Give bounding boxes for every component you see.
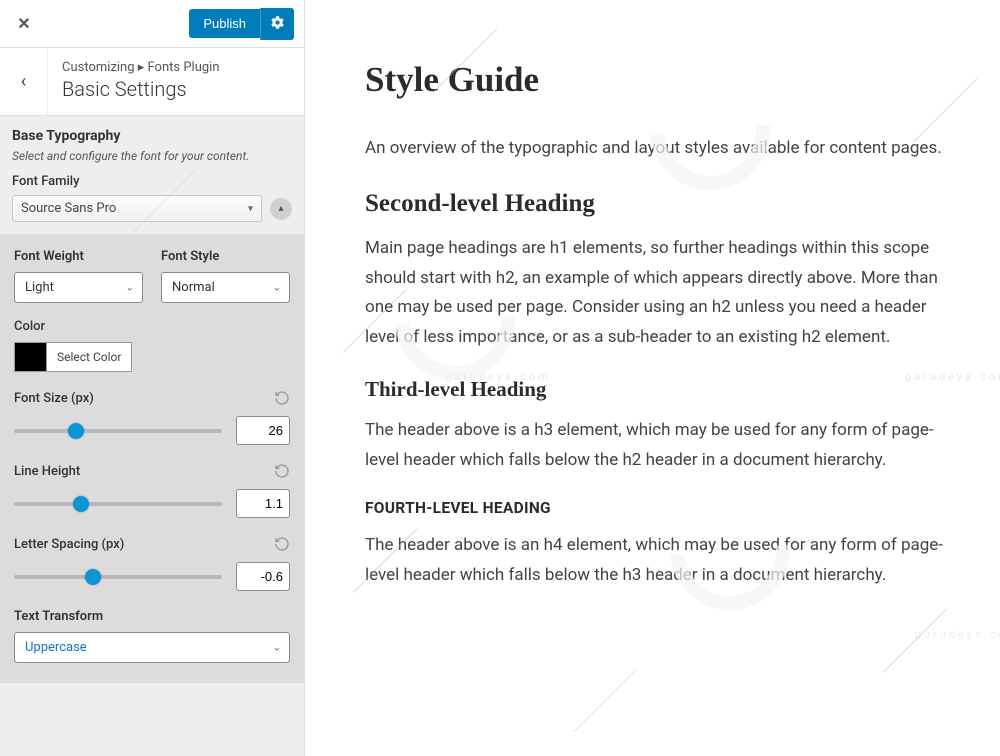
- chevron-left-icon: ‹: [21, 71, 26, 92]
- font-family-value: Source Sans Pro: [21, 201, 116, 216]
- line-height-label: Line Height: [14, 464, 80, 479]
- preview-h3: Third-level Heading: [365, 377, 962, 402]
- panel-header: ‹ Customizing ▸ Fonts Plugin Basic Setti…: [0, 48, 304, 116]
- gear-icon: [270, 15, 285, 33]
- customizer-panel: ✕ Publish ‹ Customizing ▸ Fonts Plugin B…: [0, 0, 305, 756]
- font-weight-label: Font Weight: [14, 249, 143, 264]
- slider-thumb[interactable]: [68, 423, 84, 439]
- chevron-down-icon: ▾: [248, 203, 253, 214]
- preview-h4: Fourth-level Heading: [365, 499, 962, 517]
- page-title: Basic Settings: [62, 77, 220, 101]
- chevron-down-icon: ⌄: [273, 282, 281, 293]
- watermark-text: garudeya.com: [915, 628, 1000, 641]
- text-transform-value: Uppercase: [25, 640, 87, 655]
- preview-h2: Second-level Heading: [365, 190, 962, 218]
- typography-controls: Font Weight Light ⌄ Font Style Normal ⌄ …: [0, 234, 304, 683]
- letter-spacing-input[interactable]: [236, 562, 290, 591]
- preview-pane: garudeya.com garudeya.com garudeya.com S…: [305, 0, 1000, 756]
- color-swatch[interactable]: [14, 342, 46, 372]
- chevron-down-icon: ⌄: [126, 282, 134, 293]
- reset-icon: [274, 541, 290, 556]
- font-family-select[interactable]: Source Sans Pro ▾: [12, 195, 262, 222]
- reset-icon: [274, 395, 290, 410]
- preview-p4: The header above is an h4 element, which…: [365, 531, 962, 591]
- font-style-value: Normal: [172, 280, 215, 295]
- breadcrumb: Customizing ▸ Fonts Plugin: [62, 60, 220, 75]
- base-typography-section: Base Typography Select and configure the…: [0, 116, 304, 234]
- line-height-slider[interactable]: [14, 502, 222, 506]
- text-transform-label: Text Transform: [14, 609, 290, 624]
- font-style-select[interactable]: Normal ⌄: [161, 272, 290, 303]
- chevron-up-icon: ▴: [278, 203, 283, 214]
- section-description: Select and configure the font for your c…: [12, 148, 292, 164]
- letter-spacing-slider[interactable]: [14, 575, 222, 579]
- preview-intro: An overview of the typographic and layou…: [365, 134, 962, 164]
- panel-heading: Customizing ▸ Fonts Plugin Basic Setting…: [48, 48, 234, 115]
- line-height-control: Line Height: [14, 463, 290, 518]
- font-style-label: Font Style: [161, 249, 290, 264]
- preview-p3: The header above is a h3 element, which …: [365, 416, 962, 476]
- text-transform-select[interactable]: Uppercase ⌄: [14, 632, 290, 663]
- line-height-input[interactable]: [236, 489, 290, 518]
- font-size-slider[interactable]: [14, 429, 222, 433]
- font-size-input[interactable]: [236, 416, 290, 445]
- collapse-toggle[interactable]: ▴: [270, 198, 292, 220]
- publish-group: Publish: [189, 8, 294, 40]
- font-weight-value: Light: [25, 280, 54, 295]
- section-heading: Base Typography: [12, 128, 292, 144]
- publish-button[interactable]: Publish: [189, 9, 260, 38]
- reset-icon: [274, 468, 290, 483]
- preview-h1: Style Guide: [365, 60, 962, 100]
- reset-font-size[interactable]: [274, 390, 290, 406]
- chevron-down-icon: ⌄: [273, 642, 281, 653]
- letter-spacing-control: Letter Spacing (px): [14, 536, 290, 591]
- back-button[interactable]: ‹: [0, 48, 48, 115]
- select-color-button[interactable]: Select Color: [46, 342, 132, 372]
- slider-thumb[interactable]: [85, 569, 101, 585]
- color-label: Color: [14, 319, 290, 334]
- close-icon[interactable]: ✕: [10, 10, 38, 38]
- font-weight-select[interactable]: Light ⌄: [14, 272, 143, 303]
- slider-thumb[interactable]: [73, 496, 89, 512]
- publish-settings-button[interactable]: [260, 8, 294, 40]
- font-size-label: Font Size (px): [14, 391, 94, 406]
- reset-letter-spacing[interactable]: [274, 536, 290, 552]
- letter-spacing-label: Letter Spacing (px): [14, 537, 124, 552]
- font-size-control: Font Size (px): [14, 390, 290, 445]
- reset-line-height[interactable]: [274, 463, 290, 479]
- preview-p2: Main page headings are h1 elements, so f…: [365, 234, 962, 353]
- panel-top-bar: ✕ Publish: [0, 0, 304, 48]
- font-family-label: Font Family: [12, 174, 292, 189]
